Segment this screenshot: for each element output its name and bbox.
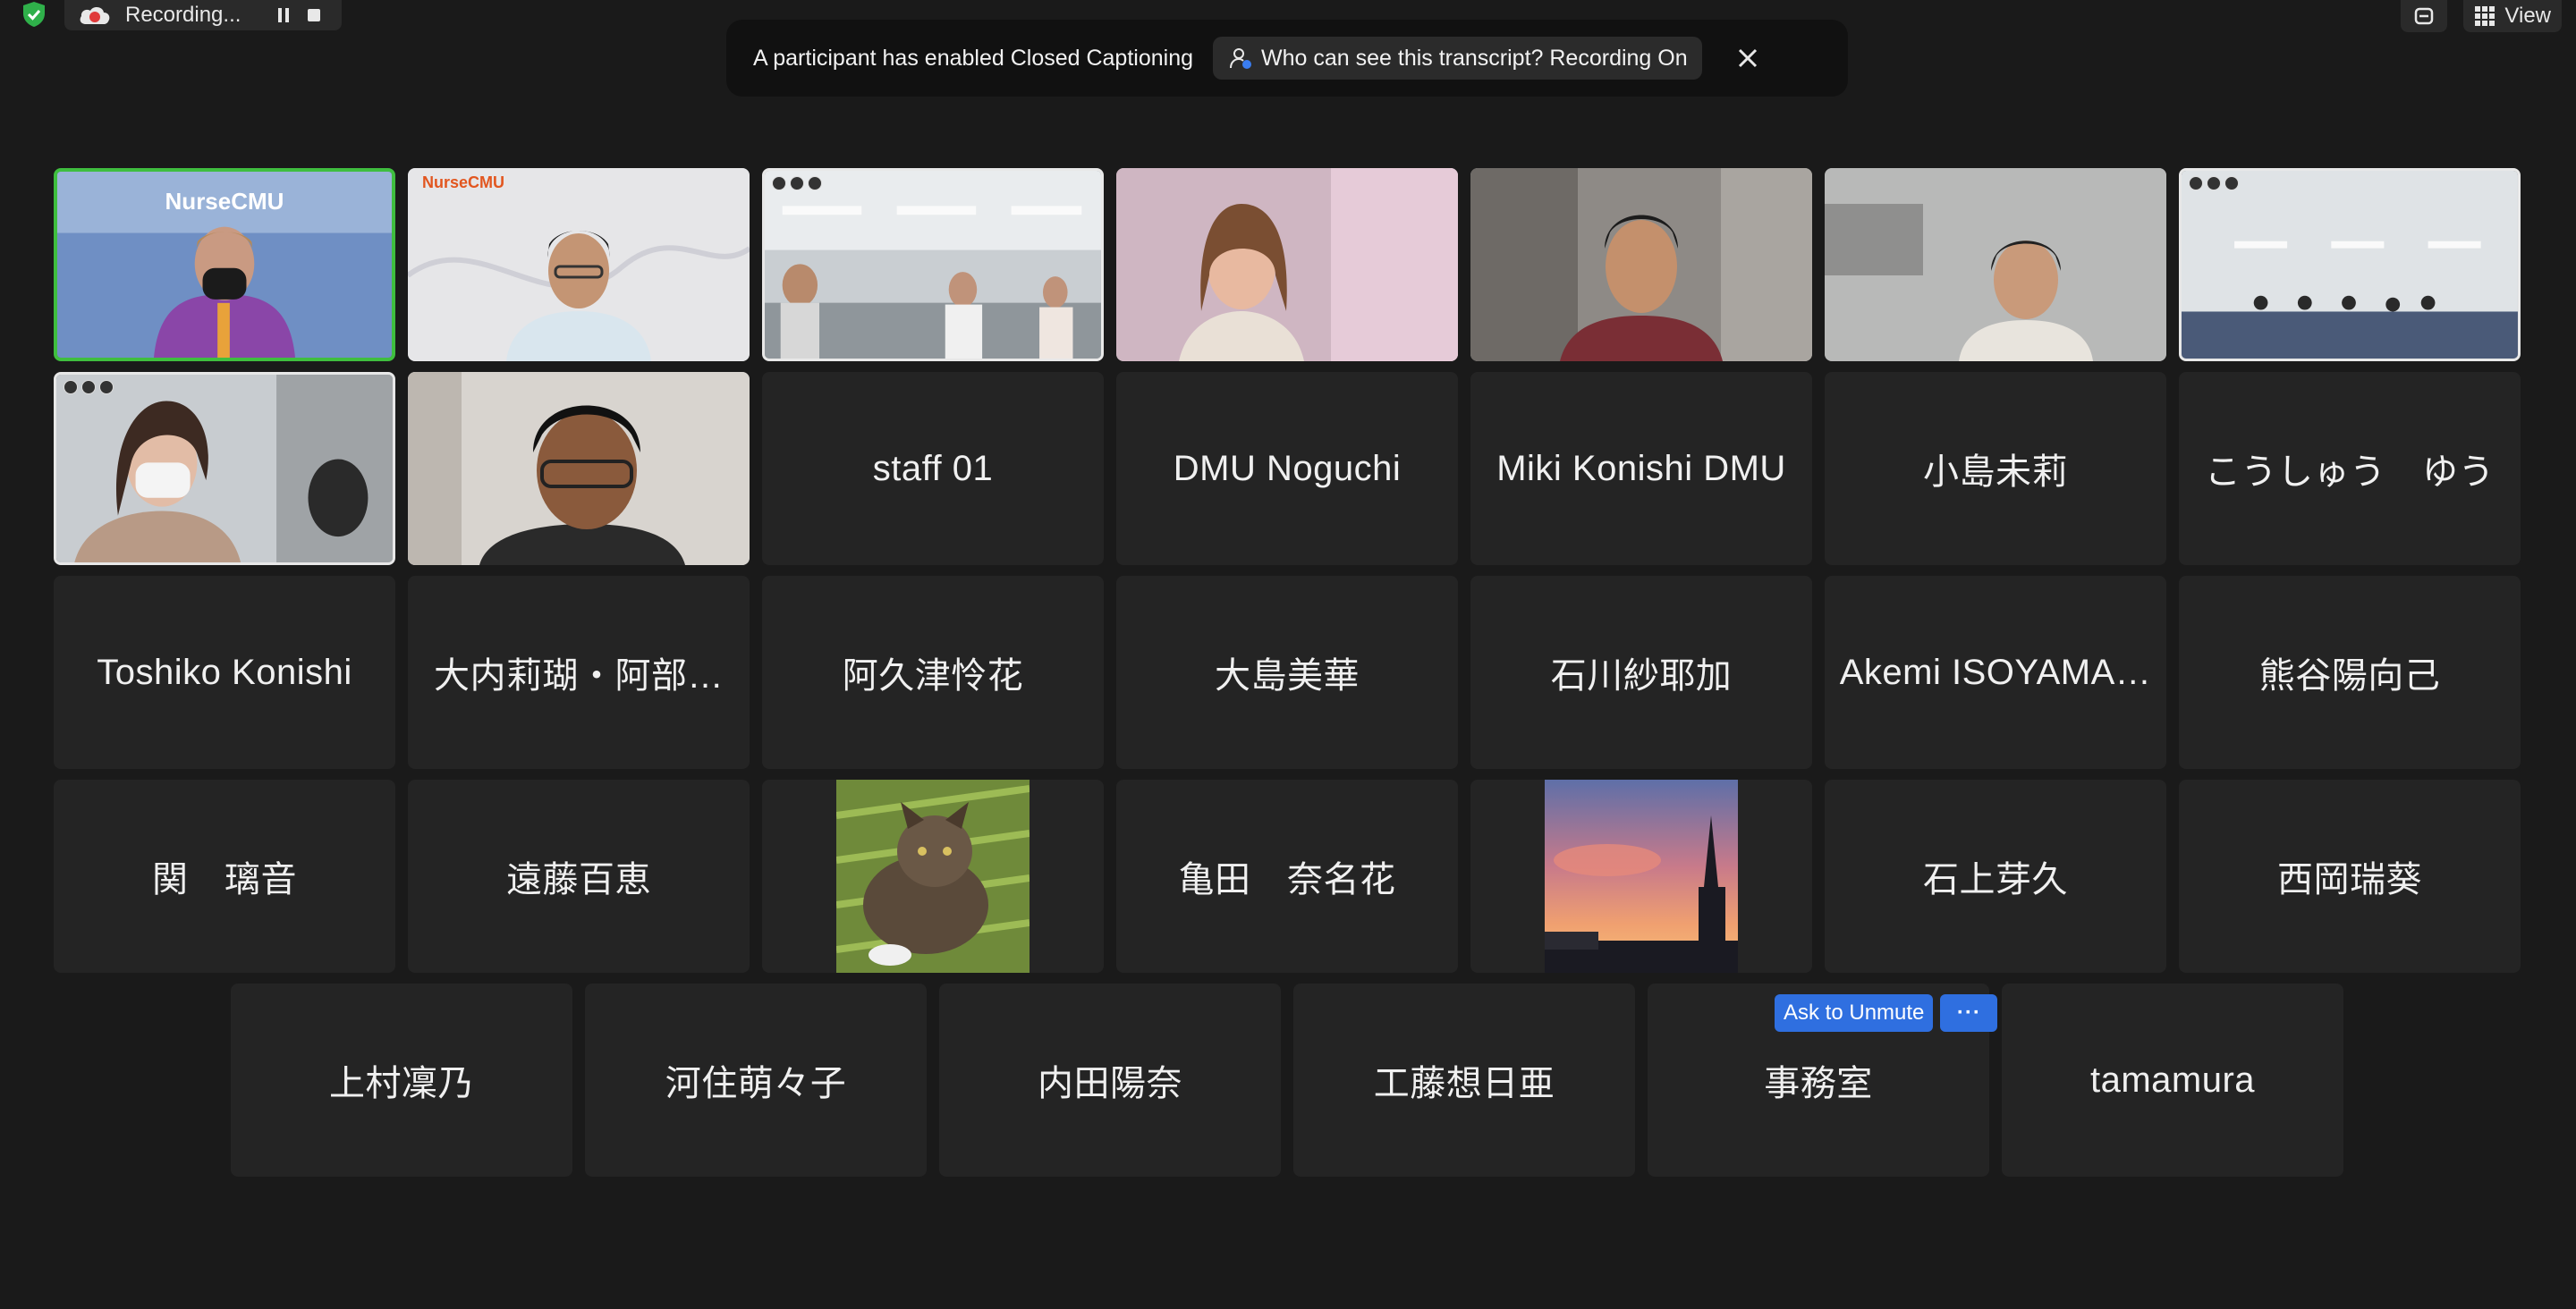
video-tile[interactable] — [1116, 168, 1458, 361]
transcript-visibility-label: Who can see this transcript? Recording O… — [1261, 45, 1688, 71]
stop-icon — [308, 9, 320, 21]
participant-name: 石上芽久 — [1923, 860, 2068, 899]
participant-tile[interactable]: 阿久津怜花 — [762, 576, 1104, 769]
profile-picture-cat — [836, 780, 1030, 973]
participant-video — [1116, 168, 1458, 361]
participant-name: 遠藤百恵 — [506, 860, 651, 899]
participant-tile[interactable]: 内田陽奈 — [939, 984, 1281, 1177]
camera-status-icons — [64, 380, 114, 394]
cloud-recording-icon — [80, 7, 110, 24]
pause-recording-button[interactable] — [268, 2, 299, 29]
tile-overlay-logo: NurseCMU — [422, 173, 505, 191]
participant-tile[interactable]: 石上芽久 — [1825, 780, 2166, 973]
pause-icon — [278, 8, 289, 22]
notification-message: A participant has enabled Closed Caption… — [753, 45, 1194, 71]
video-tile[interactable] — [762, 168, 1104, 361]
participant-tile[interactable]: tamamura — [2002, 984, 2343, 1177]
profile-picture-sunset — [1545, 780, 1738, 973]
video-tile[interactable] — [2179, 168, 2521, 361]
more-options-button[interactable]: ··· — [1940, 994, 1998, 1032]
camera-status-icons — [2189, 176, 2239, 190]
camera-status-icons — [772, 176, 822, 190]
participant-tile[interactable]: Akemi ISOYAMA… — [1825, 576, 2166, 769]
participant-video — [765, 171, 1101, 359]
participant-tile[interactable]: こうしゅう ゆう — [2179, 372, 2521, 565]
participant-video — [1825, 168, 2166, 361]
participant-name: 大内莉瑚・阿部… — [434, 656, 724, 696]
video-tile-active-speaker[interactable]: NurseCMU — [54, 168, 395, 361]
participant-tile[interactable]: Miki Konishi DMU — [1470, 372, 1812, 565]
participant-tile[interactable]: 亀田 奈名花 — [1116, 780, 1458, 973]
close-notification-icon[interactable] — [1734, 45, 1761, 72]
recording-indicator[interactable]: Recording... — [64, 0, 342, 30]
participant-video — [408, 168, 750, 361]
ask-to-unmute-button[interactable]: Ask to Unmute — [1775, 994, 1934, 1032]
participant-video — [1470, 168, 1812, 361]
video-tile[interactable] — [1825, 168, 2166, 361]
participant-tile[interactable]: 大島美華 — [1116, 576, 1458, 769]
participant-name: staff 01 — [872, 448, 994, 488]
video-tile[interactable] — [54, 372, 395, 565]
participant-name: Toshiko Konishi — [97, 652, 352, 692]
tile-overlay-logo: NurseCMU — [165, 188, 284, 215]
participant-tile[interactable]: 西岡瑞葵 — [2179, 780, 2521, 973]
participant-tile[interactable]: 河住萌々子 — [585, 984, 927, 1177]
participant-name: Miki Konishi DMU — [1496, 448, 1786, 488]
participant-name: 上村凜乃 — [329, 1064, 474, 1103]
stop-recording-button[interactable] — [299, 2, 329, 29]
participant-tile[interactable]: 小島未莉 — [1825, 372, 2166, 565]
participant-tile[interactable]: 大内莉瑚・阿部… — [408, 576, 750, 769]
participant-tile[interactable]: 工藤想日亜 — [1293, 984, 1635, 1177]
video-tile[interactable] — [1470, 168, 1812, 361]
security-shield-icon[interactable] — [18, 0, 50, 29]
participant-name: 大島美華 — [1215, 656, 1360, 696]
participant-name: 阿久津怜花 — [842, 656, 1024, 696]
participant-tile[interactable]: staff 01 — [762, 372, 1104, 565]
video-tile[interactable] — [408, 372, 750, 565]
recording-status: Recording... — [125, 3, 242, 27]
participant-tile[interactable]: 関 璃音 — [54, 780, 395, 973]
participant-name: 事務室 — [1764, 1064, 1873, 1103]
tile-hover-controls: Ask to Unmute ··· — [1775, 994, 1998, 1032]
participant-name: tamamura — [2089, 1060, 2256, 1100]
participant-name: DMU Noguchi — [1173, 448, 1402, 488]
participant-name: 関 璃音 — [152, 860, 297, 899]
minimize-button[interactable] — [2401, 0, 2448, 32]
participant-tile[interactable]: Toshiko Konishi — [54, 576, 395, 769]
person-info-icon — [1230, 48, 1252, 69]
view-label: View — [2504, 4, 2551, 28]
view-button[interactable]: View — [2463, 0, 2562, 32]
participant-name: Akemi ISOYAMA… — [1839, 652, 2152, 692]
closed-captioning-notification: A participant has enabled Closed Caption… — [726, 20, 1848, 97]
participant-tile[interactable]: 上村凜乃 — [231, 984, 572, 1177]
participant-name: 西岡瑞葵 — [2277, 860, 2422, 899]
participant-video — [2182, 171, 2518, 359]
participant-tile[interactable]: 遠藤百恵 — [408, 780, 750, 973]
participant-name: 工藤想日亜 — [1373, 1064, 1555, 1103]
grid-view-icon — [2475, 6, 2496, 26]
participant-tile[interactable]: DMU Noguchi — [1116, 372, 1458, 565]
participant-name: 河住萌々子 — [665, 1064, 847, 1103]
participant-tile-profile-picture[interactable] — [1470, 780, 1812, 973]
participant-name: 亀田 奈名花 — [1178, 860, 1396, 899]
transcript-visibility-button[interactable]: Who can see this transcript? Recording O… — [1213, 37, 1702, 80]
participant-name: 熊谷陽向己 — [2258, 656, 2441, 696]
participant-tile[interactable]: 石川紗耶加 — [1470, 576, 1812, 769]
participant-video — [408, 372, 750, 565]
participant-name: 石川紗耶加 — [1550, 656, 1733, 696]
participant-name: 小島未莉 — [1923, 452, 2068, 492]
participant-name: こうしゅう ゆう — [2205, 452, 2495, 492]
participant-tile-profile-picture[interactable] — [762, 780, 1104, 973]
video-tile[interactable]: NurseCMU — [408, 168, 750, 361]
participant-name: 内田陽奈 — [1038, 1064, 1182, 1103]
participant-tile[interactable]: 熊谷陽向己 — [2179, 576, 2521, 769]
minimize-icon — [2415, 7, 2434, 25]
participant-video — [56, 375, 393, 562]
